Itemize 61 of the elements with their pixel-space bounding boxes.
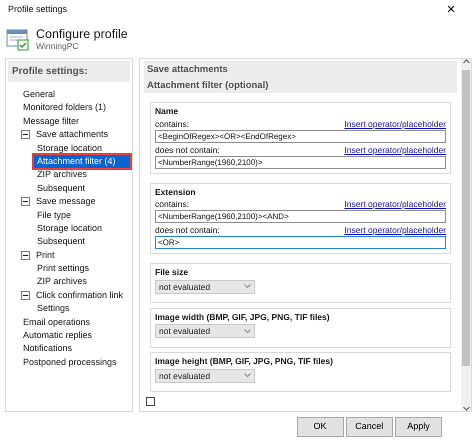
insert-link[interactable]: Insert operator/placeholder bbox=[344, 118, 446, 130]
dropdown[interactable]: not evaluated bbox=[155, 324, 255, 338]
chevron-icon bbox=[244, 373, 251, 378]
scroll-down-icon[interactable] bbox=[462, 406, 470, 411]
tree-item[interactable]: Save attachments bbox=[33, 128, 112, 142]
tree-item[interactable]: Print settings bbox=[34, 262, 92, 276]
tree-item[interactable]: Print bbox=[33, 248, 58, 262]
tree-item[interactable]: Storage location bbox=[34, 142, 106, 155]
tree-item[interactable]: Settings bbox=[34, 302, 73, 316]
field-label: contains: bbox=[155, 199, 190, 210]
dropdown[interactable]: not evaluated bbox=[155, 368, 255, 382]
tree-item[interactable]: Email operations bbox=[20, 316, 94, 330]
tree-item[interactable]: Automatic replies bbox=[20, 329, 96, 342]
window-title: Profile settings bbox=[8, 3, 68, 16]
insert-link[interactable]: Insert operator/placeholder bbox=[344, 199, 446, 210]
tree-item[interactable]: Save message bbox=[33, 195, 99, 209]
checkbox[interactable] bbox=[146, 396, 156, 406]
tree-item[interactable]: Storage location bbox=[34, 222, 106, 236]
field-label: does not contain: bbox=[155, 144, 220, 156]
group-title: Image width (BMP, GIF, JPG, PNG, TIF files) bbox=[155, 310, 332, 324]
input-field[interactable]: <NumberRange(1960,2100)><AND> bbox=[155, 210, 446, 223]
collapse-icon[interactable] bbox=[21, 197, 30, 206]
scrollbar[interactable] bbox=[461, 59, 471, 411]
tree-item[interactable]: File type bbox=[34, 208, 74, 222]
scroll-up-icon[interactable] bbox=[462, 59, 470, 64]
profile-subtitle: WinningPC bbox=[36, 41, 80, 51]
profile-title: Configure profile bbox=[36, 27, 128, 41]
tree-item[interactable]: Message filter bbox=[20, 114, 82, 128]
insert-link[interactable]: Insert operator/placeholder bbox=[344, 144, 446, 156]
field-label: does not contain: bbox=[155, 225, 220, 236]
input-field[interactable]: <OR> bbox=[155, 236, 446, 249]
tree-item[interactable]: Postponed processings bbox=[20, 356, 120, 370]
subsection-header: Attachment filter (optional) bbox=[144, 77, 457, 93]
field-label: contains: bbox=[155, 118, 190, 130]
chevron-icon bbox=[244, 328, 251, 334]
tree-item[interactable]: Subsequent bbox=[34, 235, 88, 249]
input-field[interactable]: <NumberRange(1960,2100)> bbox=[155, 156, 446, 168]
tree-item[interactable]: General bbox=[20, 88, 58, 102]
tree-item[interactable]: Click confirmation link bbox=[33, 288, 126, 302]
section-header: Save attachments bbox=[144, 61, 457, 77]
dialog-button[interactable]: Apply bbox=[395, 416, 442, 436]
sidebar-title: Profile settings: bbox=[8, 61, 130, 82]
tree-item[interactable]: Monitored folders (1) bbox=[20, 101, 110, 115]
collapse-icon[interactable] bbox=[21, 291, 30, 300]
input-field[interactable]: <BeginOfRegex><OR><EndOfRegex> bbox=[155, 130, 446, 142]
dialog-button[interactable]: OK bbox=[296, 416, 344, 436]
tree-item[interactable]: Subsequent bbox=[34, 182, 88, 196]
tree-item[interactable]: ZIP archives bbox=[34, 275, 90, 289]
dropdown[interactable]: not evaluated bbox=[155, 280, 255, 294]
dialog-button[interactable]: Cancel bbox=[346, 416, 393, 436]
collapse-icon[interactable] bbox=[21, 250, 30, 260]
tree-item[interactable]: ZIP archives bbox=[34, 168, 90, 182]
collapse-icon[interactable] bbox=[21, 130, 30, 140]
group-title: Extension bbox=[155, 186, 198, 198]
group-title: Image height (BMP, GIF, JPG, PNG, TIF files) bbox=[155, 355, 335, 368]
chevron-icon bbox=[244, 284, 251, 289]
tree-item[interactable]: Attachment filter (4) bbox=[34, 154, 130, 168]
insert-link[interactable]: Insert operator/placeholder bbox=[344, 225, 446, 236]
tree-item[interactable]: Notifications bbox=[20, 342, 76, 356]
close-button[interactable]: ✕ bbox=[436, 0, 466, 20]
profile-icon bbox=[6, 27, 30, 51]
